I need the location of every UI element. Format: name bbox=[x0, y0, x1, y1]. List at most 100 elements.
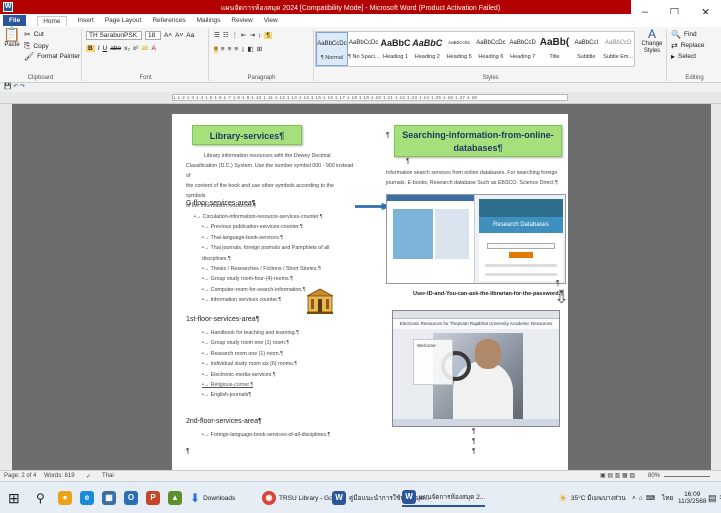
clipboard-icon: 📋 bbox=[3, 26, 21, 42]
sort-icon[interactable]: ↕ bbox=[258, 32, 261, 39]
weather-widget[interactable]: ☀ 35°C มีเมฆบางส่วน bbox=[558, 489, 626, 507]
style-subtitle[interactable]: AaBbCcI Subtitle bbox=[570, 32, 602, 66]
tab-file[interactable]: File bbox=[3, 15, 27, 26]
select-button[interactable]: ▸ Select bbox=[671, 52, 696, 61]
list-item: Electronic-media-services.¶ bbox=[202, 370, 352, 380]
windows-icon: ⊞ bbox=[8, 489, 20, 506]
font-name-box[interactable]: TH SarabunPSK bbox=[86, 31, 142, 40]
bold-icon[interactable]: B bbox=[86, 45, 95, 52]
find-button[interactable]: 🔍 Find bbox=[671, 30, 697, 39]
language[interactable]: Thai bbox=[102, 473, 114, 479]
style-heading-2[interactable]: AaBbC Heading 2 bbox=[411, 32, 443, 66]
proofing-icon[interactable]: ✓ bbox=[86, 473, 91, 480]
undo-icon[interactable]: ↶ bbox=[13, 84, 18, 90]
taskbar-word-2[interactable]: W แผนจัดการห้องสมุด 2... bbox=[402, 489, 486, 507]
list-item: Religious-corner.¶ bbox=[202, 380, 352, 390]
paste-button[interactable]: 📋 Paste bbox=[3, 26, 21, 49]
style-subtle-emphasis[interactable]: AaBbCcD Subtle Em... bbox=[602, 32, 634, 66]
tab-page-layout[interactable]: Page Layout bbox=[105, 17, 142, 24]
tab-references[interactable]: References bbox=[152, 17, 185, 24]
database-screenshot: Research Databases bbox=[386, 194, 566, 284]
taskbar-downloads[interactable]: ⬇ Downloads bbox=[190, 489, 235, 507]
pinned-app-icon: ● bbox=[58, 491, 72, 505]
save-icon[interactable]: 💾 bbox=[4, 84, 11, 90]
zoom-level[interactable]: 80% bbox=[648, 473, 660, 479]
align-right-icon[interactable]: ≡ bbox=[228, 46, 232, 53]
borders-icon[interactable]: ⊞ bbox=[257, 45, 262, 53]
tab-home[interactable]: Home bbox=[37, 15, 67, 26]
weather-icon: ☀ bbox=[558, 492, 568, 505]
style-no-spacing[interactable]: AaBbCcDc ¶ No Spaci... bbox=[348, 32, 380, 66]
select-icon: ▸ bbox=[671, 52, 676, 61]
list-item: Individual study room six (6) rooms.¶ bbox=[202, 359, 352, 369]
align-center-icon[interactable]: ≡ bbox=[221, 46, 225, 53]
notification-icon: ▤ bbox=[708, 492, 717, 503]
tab-view[interactable]: View bbox=[264, 17, 278, 24]
style-heading-5[interactable]: AaBbCcDc Heading 5 bbox=[443, 32, 475, 66]
redo-icon[interactable]: ↷ bbox=[20, 84, 25, 90]
brush-icon: 🖌 bbox=[24, 52, 35, 61]
decrease-indent-icon[interactable]: ⇤ bbox=[241, 31, 246, 39]
tab-insert[interactable]: Insert bbox=[78, 17, 94, 24]
horizontal-ruler[interactable]: 1·1·2·1·3·1·4·1·5·1·6·1·7·1·8·1·9·1·10·1… bbox=[172, 94, 568, 101]
start-button[interactable]: ⊞ bbox=[8, 489, 20, 507]
shading-icon[interactable]: ◧ bbox=[247, 45, 253, 53]
increase-indent-icon[interactable]: ⇥ bbox=[250, 31, 255, 39]
search-button[interactable]: ⚲ bbox=[36, 489, 45, 507]
align-left-icon[interactable]: ≡ bbox=[214, 45, 218, 53]
numbering-icon[interactable]: ☷ bbox=[223, 31, 229, 39]
list-item: Handbook for teaching and learning.¶ bbox=[202, 328, 352, 338]
page-count[interactable]: Page: 2 of 4 bbox=[4, 473, 36, 479]
strikethrough-icon[interactable]: abe bbox=[110, 45, 121, 52]
clipboard-group: 📋 Paste ✂ Cut ⎘ Copy 🖌 Format Painter Clipb… bbox=[0, 26, 82, 81]
italic-icon[interactable]: I bbox=[98, 45, 100, 52]
zoom-slider[interactable] bbox=[664, 476, 710, 477]
font-size-box[interactable]: 18 bbox=[145, 31, 161, 40]
vertical-scrollbar[interactable] bbox=[711, 104, 721, 470]
list-item: Research room one (1) room.¶ bbox=[202, 349, 352, 359]
replace-button[interactable]: ⇄ Replace bbox=[671, 41, 705, 50]
superscript-icon[interactable]: x² bbox=[133, 45, 138, 52]
binoculars-icon: 🔍 bbox=[671, 30, 681, 39]
change-styles-button[interactable]: A Change Styles bbox=[639, 28, 665, 55]
line-spacing-icon[interactable]: ↨ bbox=[241, 46, 244, 53]
shrink-font-icon[interactable]: A˅ bbox=[175, 32, 183, 39]
taskbar: ⊞ ⚲ ● e ▦ O P ▲ ⬇ Downloads ◉ TRSU Library… bbox=[0, 481, 721, 513]
style-title[interactable]: AaBb(Title bbox=[539, 32, 571, 66]
tab-review[interactable]: Review bbox=[231, 17, 252, 24]
chrome-icon: ◉ bbox=[262, 491, 276, 505]
styles-gallery: AaBbCcDc ¶ Normal AaBbCcDc ¶ No Spaci... A… bbox=[315, 31, 635, 67]
style-heading-7[interactable]: AaBbCcD Heading 7 bbox=[507, 32, 539, 66]
justify-icon[interactable]: ≡ bbox=[234, 46, 238, 53]
multilevel-list-icon[interactable]: ⋮ bbox=[232, 31, 239, 39]
clock[interactable]: 16:09 11/3/2568 bbox=[678, 486, 706, 510]
font-group: TH SarabunPSK 18 A˄ A˅ Aa B I U abe x₂ x… bbox=[83, 29, 209, 81]
system-tray[interactable]: ˄ ⌂ ⌨ bbox=[632, 489, 655, 507]
format-painter-button[interactable]: 🖌 Format Painter bbox=[24, 52, 80, 61]
change-case-icon[interactable]: Aa bbox=[186, 32, 194, 39]
cut-button[interactable]: ✂ Cut bbox=[24, 30, 44, 39]
highlight-icon[interactable]: ab bbox=[141, 45, 148, 52]
underline-icon[interactable]: U bbox=[103, 45, 108, 52]
notifications-button[interactable]: ▤ 3 bbox=[708, 489, 721, 507]
tab-mailings[interactable]: Mailings bbox=[197, 17, 221, 24]
list-item: Circulation-information-resource-service… bbox=[194, 212, 354, 222]
scissors-icon: ✂ bbox=[24, 30, 31, 39]
pilcrow-icon[interactable]: ¶ bbox=[264, 31, 272, 39]
subscript-icon[interactable]: x₂ bbox=[124, 45, 130, 52]
style-heading-6[interactable]: AaBbCcDc Heading 6 bbox=[475, 32, 507, 66]
keyboard-icon: ⌨ bbox=[645, 495, 656, 502]
list-item: Group study room one (1) room.¶ bbox=[202, 338, 352, 348]
bullets-icon[interactable]: ☰ bbox=[214, 31, 220, 39]
style-normal[interactable]: AaBbCcDc ¶ Normal bbox=[316, 32, 348, 66]
title-bar: W แผนจัดการห้องสมุด 2024 [Compatibility … bbox=[0, 0, 721, 14]
font-color-icon[interactable]: A bbox=[152, 45, 156, 52]
list-item: Previous publication-services-counter.¶ bbox=[194, 222, 354, 232]
view-buttons-icon[interactable]: ▣ ▤ ▥ ▦ ▧ bbox=[600, 472, 635, 479]
taskbar-chrome[interactable]: ◉ TRSU Library - Goo... bbox=[262, 489, 342, 507]
word-count[interactable]: Words: 819 bbox=[44, 473, 75, 479]
style-heading-1[interactable]: AaBbC Heading 1 bbox=[380, 32, 412, 66]
copy-button[interactable]: ⎘ Copy bbox=[24, 41, 49, 51]
grow-font-icon[interactable]: A˄ bbox=[164, 32, 172, 39]
input-language[interactable]: ไทย bbox=[662, 489, 673, 507]
